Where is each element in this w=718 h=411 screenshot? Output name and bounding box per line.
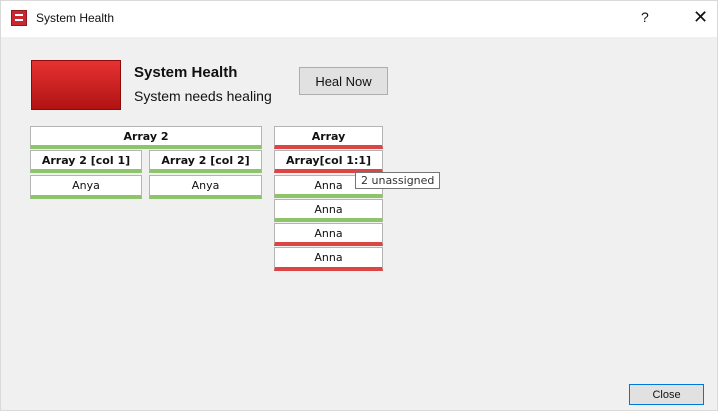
close-button[interactable]: Close [629, 384, 704, 405]
system-health-dialog: System Health ? ✕ System Health System n… [0, 0, 718, 411]
array2-col2-header[interactable]: Array 2 [col 2] [149, 150, 262, 173]
array-col1-item-2[interactable]: Anna [274, 199, 383, 222]
array2-col2-item[interactable]: Anya [149, 175, 262, 199]
health-heading: System Health [134, 64, 238, 81]
array-col1-item-4[interactable]: Anna [274, 247, 383, 271]
array-col1-header[interactable]: Array[col 1:1] [274, 150, 383, 173]
window-close-button[interactable]: ✕ [693, 7, 708, 28]
health-status-indicator [31, 60, 121, 110]
window-title: System Health [36, 11, 115, 25]
heal-now-button[interactable]: Heal Now [299, 67, 388, 95]
health-status-text: System needs healing [134, 88, 272, 104]
array-col1-item-3[interactable]: Anna [274, 223, 383, 246]
array2-col1-item[interactable]: Anya [30, 175, 142, 199]
help-button[interactable]: ? [641, 9, 649, 25]
title-bar: System Health ? ✕ [1, 1, 717, 37]
unassigned-tooltip: 2 unassigned [355, 172, 441, 189]
array-header[interactable]: Array [274, 126, 383, 149]
system-health-app-icon [11, 10, 27, 26]
array2-header[interactable]: Array 2 [30, 126, 262, 149]
array2-col1-header[interactable]: Array 2 [col 1] [30, 150, 142, 173]
